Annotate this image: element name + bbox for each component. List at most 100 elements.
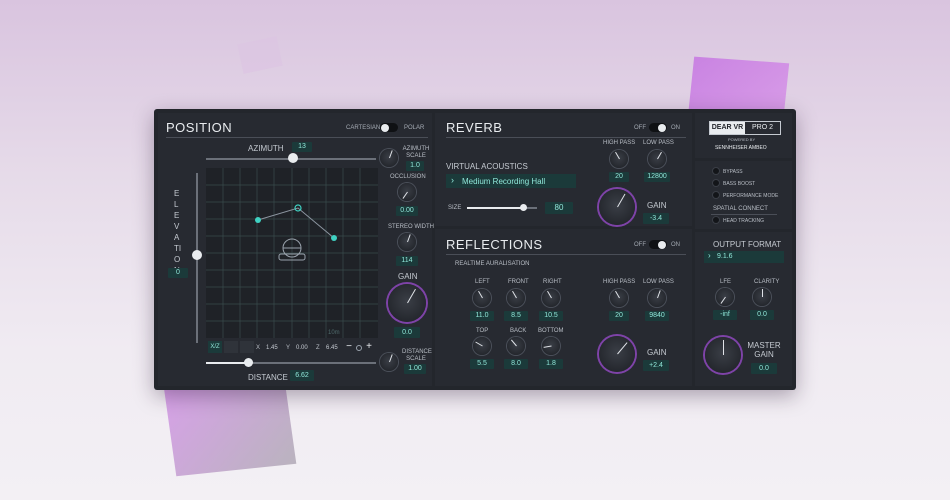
reflections-gain-value[interactable]: +2.4	[643, 360, 669, 371]
clarity-value[interactable]: 0.0	[750, 310, 774, 320]
distance-slider-handle[interactable]	[244, 358, 253, 367]
zoom-in-button[interactable]: +	[364, 341, 374, 353]
size-label: SIZE	[448, 205, 462, 211]
distance-scale-label: DISTANCE SCALE	[402, 349, 432, 362]
reflections-low-pass-knob[interactable]	[648, 289, 666, 307]
x-label: X	[256, 345, 261, 351]
stereo-width-knob[interactable]	[398, 233, 416, 251]
output-format-value: 9.1.6	[717, 253, 733, 260]
reflections-gain-knob[interactable]	[599, 336, 635, 372]
right-value[interactable]: 10.5	[539, 311, 563, 321]
dearvr-logo: DEAR VR PRO 2	[709, 121, 781, 135]
size-slider-fill	[467, 207, 522, 209]
azimuth-slider-handle[interactable]	[288, 153, 298, 163]
lfe-knob[interactable]	[716, 288, 734, 306]
right-knob[interactable]	[542, 289, 560, 307]
reflections-toggle[interactable]	[649, 240, 667, 249]
head-tracking-radio[interactable]	[713, 217, 719, 223]
view-button-3[interactable]	[240, 341, 254, 353]
performance-mode-radio[interactable]	[713, 192, 719, 198]
chevron-right-icon: ›	[451, 175, 454, 185]
reflections-high-pass-value[interactable]: 20	[609, 311, 629, 321]
reverb-gain-value[interactable]: -3.4	[643, 213, 669, 224]
reverb-low-pass-value[interactable]: 12800	[644, 172, 670, 182]
reflections-title: REFLECTIONS	[446, 237, 543, 252]
zoom-search-icon	[356, 345, 362, 351]
front-value[interactable]: 8.5	[504, 311, 528, 321]
x-value[interactable]: 1.45	[266, 345, 278, 351]
position-grid[interactable]	[206, 168, 378, 338]
reverb-low-pass-label: LOW PASS	[643, 140, 674, 146]
output-format-dropdown[interactable]: › 9.1.6	[704, 251, 784, 263]
azimuth-value[interactable]: 13	[292, 142, 312, 152]
chevron-right-icon: ›	[708, 251, 711, 260]
speaker-left-point[interactable]	[255, 217, 261, 223]
left-value[interactable]: 11.0	[470, 311, 494, 321]
size-value[interactable]: 80	[545, 202, 573, 214]
view-xz-button[interactable]: X/Z	[208, 341, 222, 353]
reverb-gain-label: GAIN	[647, 201, 667, 210]
reverb-low-pass-knob[interactable]	[648, 150, 666, 168]
elevation-slider-handle[interactable]	[192, 250, 202, 260]
plugin-window: POSITION CARTESIAN POLAR AZIMUTH 13 ELEV…	[154, 109, 796, 390]
reverb-section: REVERB OFF ON VIRTUAL ACOUSTICS › Medium…	[435, 113, 692, 226]
top-value[interactable]: 5.5	[470, 359, 494, 369]
reflections-low-pass-value[interactable]: 9840	[645, 311, 669, 321]
reflections-high-pass-knob[interactable]	[610, 289, 628, 307]
cartesian-polar-toggle[interactable]	[380, 123, 398, 132]
bypass-radio[interactable]	[713, 168, 719, 174]
cartesian-label: CARTESIAN	[346, 125, 381, 131]
left-knob[interactable]	[473, 289, 491, 307]
distance-value[interactable]: 6.62	[290, 370, 314, 381]
reverb-toggle[interactable]	[649, 123, 667, 132]
clarity-knob[interactable]	[753, 288, 771, 306]
lfe-value[interactable]: -inf	[713, 310, 737, 320]
elevation-label: ELEVATION	[174, 189, 182, 275]
distance-scale-value[interactable]: 1.00	[404, 364, 426, 374]
master-gain-label: MASTER GAIN	[747, 341, 781, 359]
z-value[interactable]: 6.45	[326, 345, 338, 351]
reverb-high-pass-label: HIGH PASS	[603, 140, 636, 146]
sponsor-logo: SENNHEISER AMBEO	[715, 145, 767, 151]
azimuth-scale-knob[interactable]	[380, 149, 398, 167]
top-label: TOP	[476, 328, 489, 334]
occlusion-knob[interactable]	[398, 183, 416, 201]
left-label: LEFT	[475, 279, 490, 285]
distance-scale-knob[interactable]	[380, 353, 398, 371]
size-slider-handle[interactable]	[520, 204, 527, 211]
bottom-value[interactable]: 1.8	[539, 359, 563, 369]
reflections-high-pass-label: HIGH PASS	[603, 279, 636, 285]
powered-by-label: POWERED BY	[728, 137, 756, 142]
master-gain-value[interactable]: 0.0	[751, 363, 777, 374]
position-gain-value[interactable]: 0.0	[394, 327, 420, 338]
stereo-width-label: STEREO WIDTH	[388, 224, 434, 230]
occlusion-value[interactable]: 0.00	[396, 206, 418, 216]
view-button-2[interactable]	[224, 341, 238, 353]
reverb-gain-knob[interactable]	[599, 189, 635, 225]
virtual-acoustics-label: VIRTUAL ACOUSTICS	[446, 162, 528, 171]
preset-dropdown[interactable]: › Medium Recording Hall	[446, 174, 576, 188]
back-knob[interactable]	[507, 337, 525, 355]
reverb-title: REVERB	[446, 120, 503, 135]
azimuth-scale-value[interactable]: 1.0	[406, 161, 424, 171]
speaker-right-point[interactable]	[331, 235, 337, 241]
reflections-off-label: OFF	[634, 242, 646, 248]
reflections-low-pass-label: LOW PASS	[643, 279, 674, 285]
reverb-high-pass-knob[interactable]	[610, 150, 628, 168]
y-value[interactable]: 0.00	[296, 345, 308, 351]
bass-boost-radio[interactable]	[713, 180, 719, 186]
position-gain-knob[interactable]	[388, 284, 426, 322]
stereo-width-value[interactable]: 114	[396, 256, 418, 266]
polar-label: POLAR	[404, 125, 425, 131]
master-gain-knob[interactable]	[705, 337, 741, 373]
reverb-high-pass-value[interactable]: 20	[609, 172, 629, 182]
back-value[interactable]: 8.0	[504, 359, 528, 369]
bottom-knob[interactable]	[542, 337, 560, 355]
preset-name: Medium Recording Hall	[462, 177, 546, 186]
front-knob[interactable]	[507, 289, 525, 307]
distance-label: DISTANCE	[248, 373, 288, 382]
elevation-value[interactable]: 0	[168, 268, 188, 278]
top-knob[interactable]	[473, 337, 491, 355]
zoom-out-button[interactable]: −	[344, 341, 354, 353]
background-cube-top	[237, 36, 283, 74]
